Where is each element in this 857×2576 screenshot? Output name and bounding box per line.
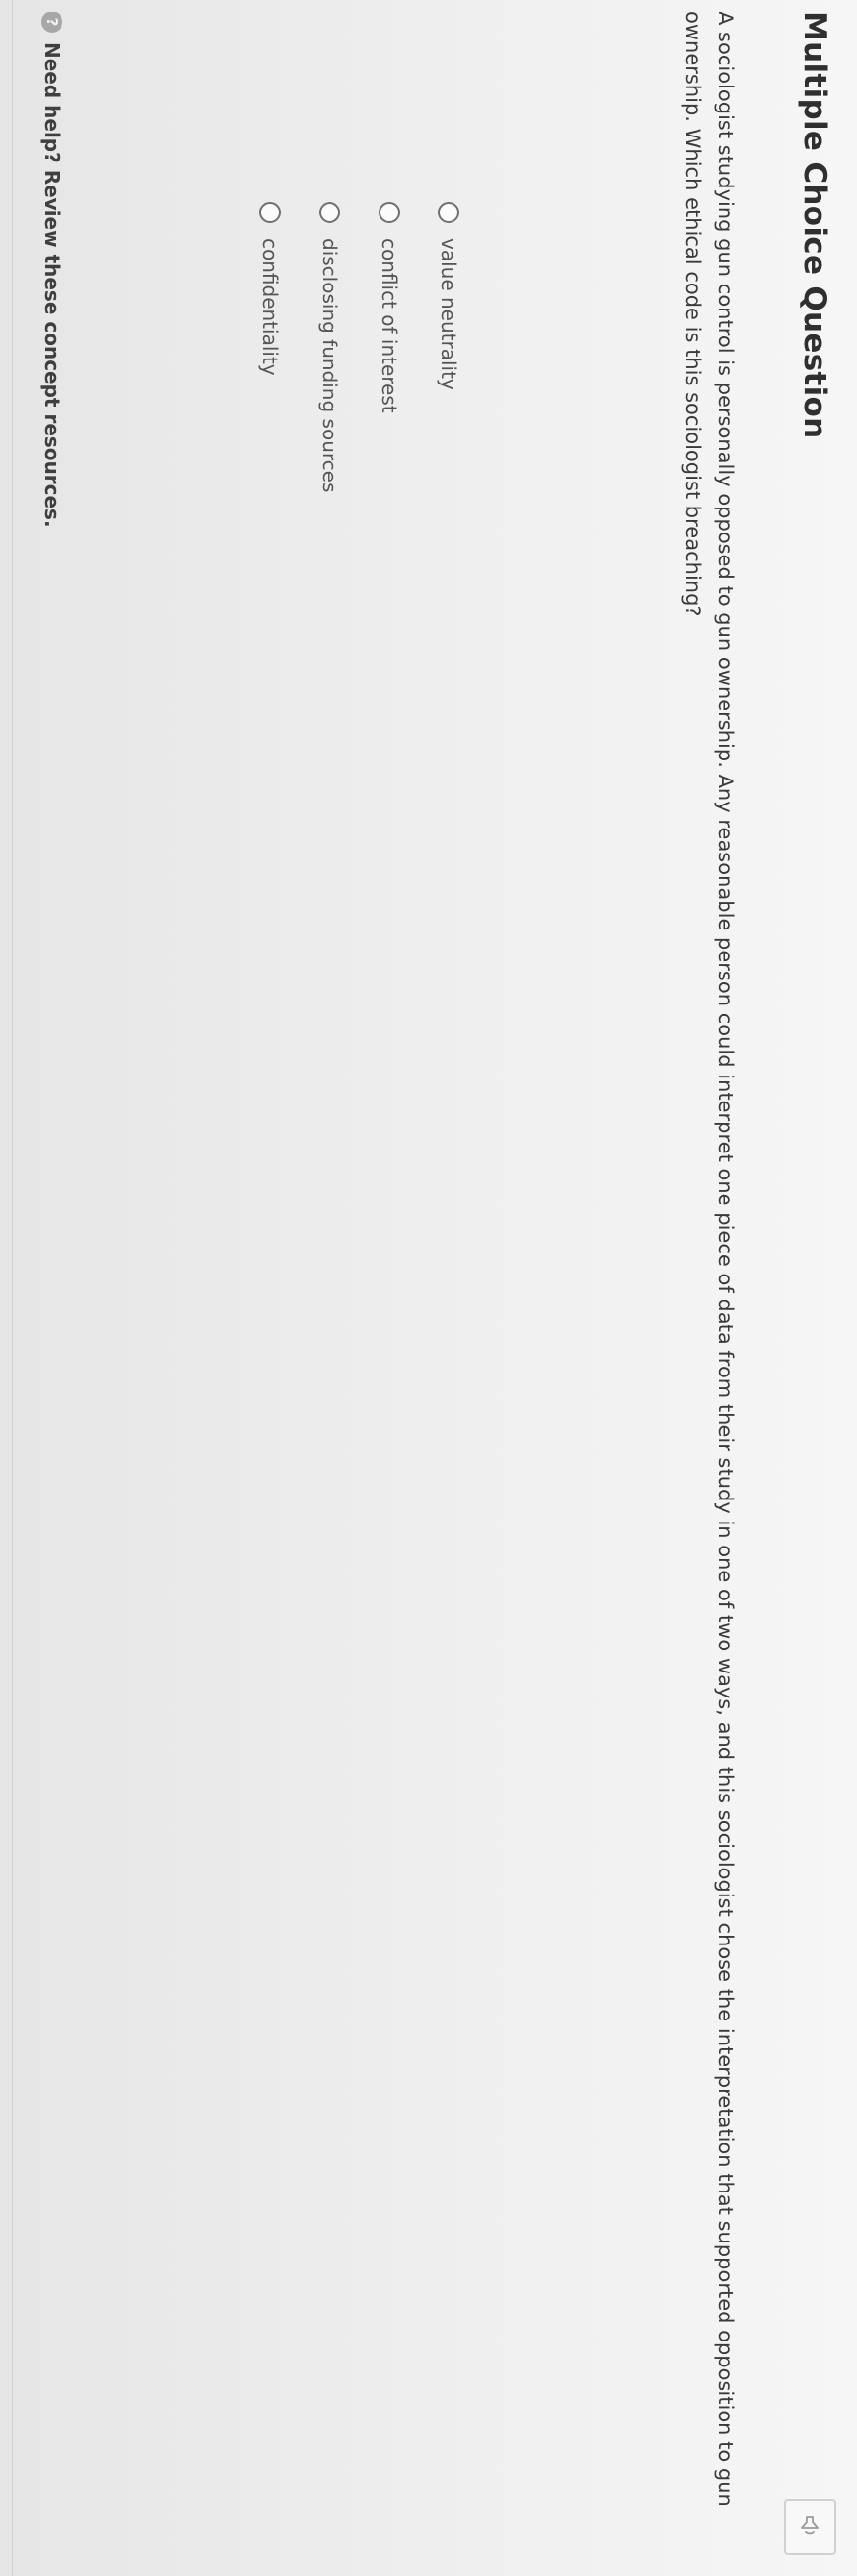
radio-button[interactable] [259,202,281,223]
concept-resources-link[interactable]: Review these concept resources. [40,170,63,528]
divider [12,0,13,2576]
option-disclosing-funding-sources[interactable]: disclosing funding sources [301,202,358,492]
speaker-icon [799,2514,820,2539]
help-prefix: Need help? [40,42,63,163]
option-label: disclosing funding sources [318,238,341,493]
option-value-neutrality[interactable]: value neutrality [420,202,477,492]
question-text: A sociologist studying gun control is pe… [681,12,737,2507]
option-conflict-of-interest[interactable]: conflict of interest [360,202,418,492]
answer-options: value neutrality conflict of interest di… [239,202,477,492]
radio-button[interactable] [319,202,340,223]
option-label: value neutrality [437,238,460,390]
option-label: conflict of interest [378,238,401,413]
option-label: confidentiality [258,238,282,376]
screen: Multiple Choice Question A sociologist s… [0,0,857,2576]
radio-button[interactable] [438,202,459,223]
read-aloud-button[interactable] [784,2499,836,2555]
question-icon: ? [41,12,62,33]
radio-button[interactable] [379,202,400,223]
question-card: Multiple Choice Question A sociologist s… [0,0,857,2576]
question-type-title: Multiple Choice Question [797,12,832,439]
question-stage: Multiple Choice Question A sociologist s… [0,0,857,2576]
help-row: ? Need help? Review these concept resour… [40,12,63,528]
help-spacer [40,163,63,170]
option-confidentiality[interactable]: confidentiality [241,202,299,492]
